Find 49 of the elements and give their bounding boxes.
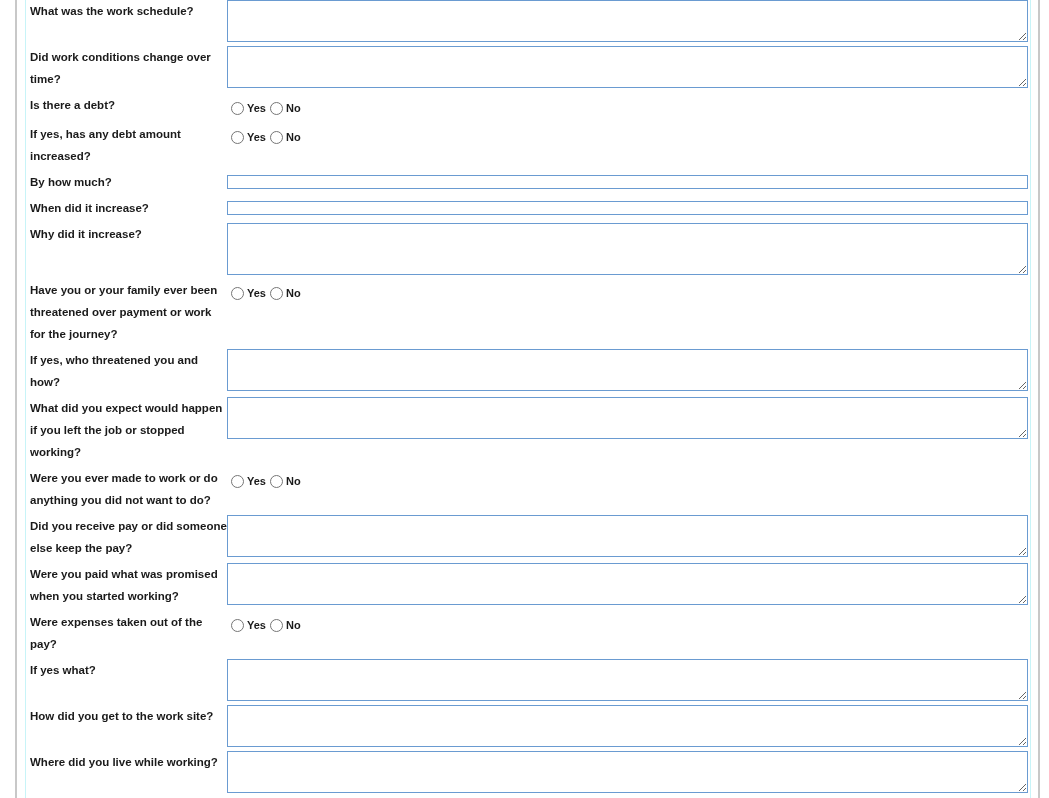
question-label: How did you get to the work site? [30, 709, 215, 724]
radio-label: Yes [247, 475, 266, 487]
question-label: If yes what? [30, 663, 97, 678]
answer-textarea[interactable] [227, 563, 1028, 605]
question-label: Is there a debt? [30, 98, 116, 113]
radio-label: Yes [247, 619, 266, 631]
radio-label: No [285, 475, 301, 487]
radio-button[interactable] [231, 130, 244, 144]
radio-button[interactable] [269, 618, 283, 632]
radio-label: No [285, 287, 301, 299]
question-label: Were you paid what was promised when you started working? [30, 567, 219, 604]
radio-label: No [285, 619, 301, 631]
question-label: If yes, has any debt amount increased? [30, 127, 182, 164]
answer-textarea[interactable] [227, 705, 1028, 747]
radio-button[interactable] [269, 101, 283, 115]
radio-label: No [285, 102, 301, 114]
radio-button[interactable] [231, 618, 244, 632]
answer-textarea[interactable] [227, 397, 1028, 439]
question-label: Did work conditions change over time? [30, 50, 212, 87]
radio-label: Yes [247, 102, 266, 114]
question-label: If yes, who threatened you and how? [30, 353, 200, 390]
answer-textarea[interactable] [227, 349, 1028, 391]
question-label: What did you expect would happen if you left the job or stopped working? [30, 401, 224, 460]
input-field[interactable] [227, 201, 1028, 215]
question-label: Have you or your family ever been threatened over payment or work for the journey? [30, 283, 219, 342]
radio-button[interactable] [269, 474, 283, 488]
answer-textarea[interactable] [227, 515, 1028, 557]
question-label: By how much? [30, 175, 113, 190]
radio-button[interactable] [231, 101, 244, 115]
answer-textarea[interactable] [227, 0, 1028, 42]
question-label: What was the work schedule? [30, 4, 195, 19]
question-label: Were expenses taken out of the pay? [30, 615, 204, 652]
question-label: When did it increase? [30, 201, 150, 216]
radio-label: Yes [247, 287, 266, 299]
answer-textarea[interactable] [227, 46, 1028, 88]
radio-button[interactable] [231, 474, 244, 488]
input-field[interactable] [227, 175, 1028, 189]
radio-label: No [285, 131, 301, 143]
radio-button[interactable] [269, 130, 283, 144]
answer-textarea[interactable] [227, 751, 1028, 793]
question-label: Were you ever made to work or do anything you did not want to do? [30, 471, 219, 508]
question-label: Where did you live while working? [30, 755, 219, 770]
answer-textarea[interactable] [227, 223, 1028, 275]
question-label: Did you receive pay or did someone else keep the pay? [30, 519, 227, 556]
radio-label: Yes [247, 131, 266, 143]
answer-textarea[interactable] [227, 659, 1028, 701]
radio-button[interactable] [231, 286, 244, 300]
question-label: Why did it increase? [30, 227, 143, 242]
radio-button[interactable] [269, 286, 283, 300]
